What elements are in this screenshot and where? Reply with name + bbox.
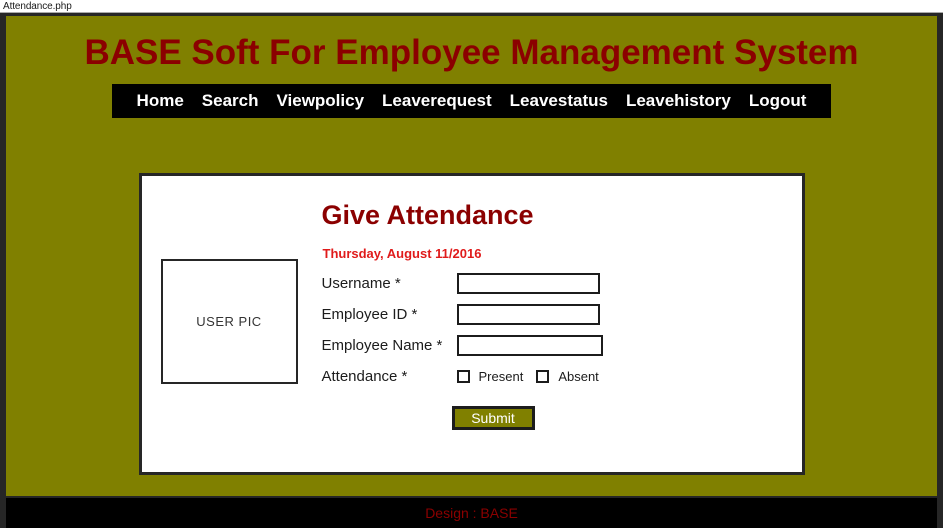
- user-pic-label: USER PIC: [196, 314, 262, 329]
- submit-button-container: Submit: [451, 406, 535, 430]
- page-footer: Design : BASE: [6, 496, 937, 528]
- username-label: Username *: [321, 274, 401, 292]
- nav-item-leavehistory[interactable]: Leavehistory: [617, 84, 740, 118]
- user-pic-placeholder: USER PIC: [160, 259, 298, 384]
- window-titlebar: Attendance.php: [0, 0, 943, 13]
- attendance-form-card: Give Attendance Thursday, August 11/2016…: [138, 173, 805, 475]
- form-date-text: Thursday, August 11/2016: [322, 246, 482, 261]
- submit-button[interactable]: Submit: [451, 406, 535, 430]
- present-checkbox-label: Present: [478, 368, 524, 384]
- employee-id-input[interactable]: [456, 303, 600, 325]
- form-fields: Username * Employee ID * Employee Name *…: [322, 268, 612, 392]
- nav-item-search[interactable]: Search: [193, 84, 268, 118]
- employee-name-label: Employee Name *: [321, 336, 443, 354]
- field-row-username: Username *: [322, 268, 612, 298]
- field-row-employee-id: Employee ID *: [322, 299, 612, 329]
- field-row-attendance: Attendance * Present Absent: [322, 361, 612, 391]
- employee-name-input[interactable]: [456, 334, 603, 356]
- present-checkbox[interactable]: [456, 369, 470, 383]
- page-body: BASE Soft For Employee Management System…: [0, 13, 943, 528]
- nav-item-viewpolicy[interactable]: Viewpolicy: [267, 84, 373, 118]
- username-input[interactable]: [456, 272, 600, 294]
- attendance-checkbox-group: Present Absent: [456, 368, 612, 384]
- nav-item-leaverequest[interactable]: Leaverequest: [373, 84, 501, 118]
- nav-item-logout[interactable]: Logout: [740, 84, 816, 118]
- field-row-employee-name: Employee Name *: [322, 330, 612, 360]
- absent-checkbox[interactable]: [536, 369, 550, 383]
- window-title: Attendance.php: [3, 0, 72, 12]
- employee-id-label: Employee ID *: [321, 305, 418, 323]
- attendance-label: Attendance *: [321, 367, 408, 385]
- footer-credit-text: Design : BASE: [425, 505, 518, 521]
- content-card-container: Give Attendance Thursday, August 11/2016…: [6, 173, 937, 475]
- nav-item-home[interactable]: Home: [128, 84, 193, 118]
- page-title: BASE Soft For Employee Management System: [84, 33, 859, 72]
- nav-item-leavestatus[interactable]: Leavestatus: [501, 84, 617, 118]
- form-heading: Give Attendance: [321, 200, 534, 230]
- navbar-container: Home Search Viewpolicy Leaverequest Leav…: [6, 84, 937, 118]
- main-navigation: Home Search Viewpolicy Leaverequest Leav…: [111, 84, 832, 118]
- absent-checkbox-label: Absent: [558, 368, 599, 384]
